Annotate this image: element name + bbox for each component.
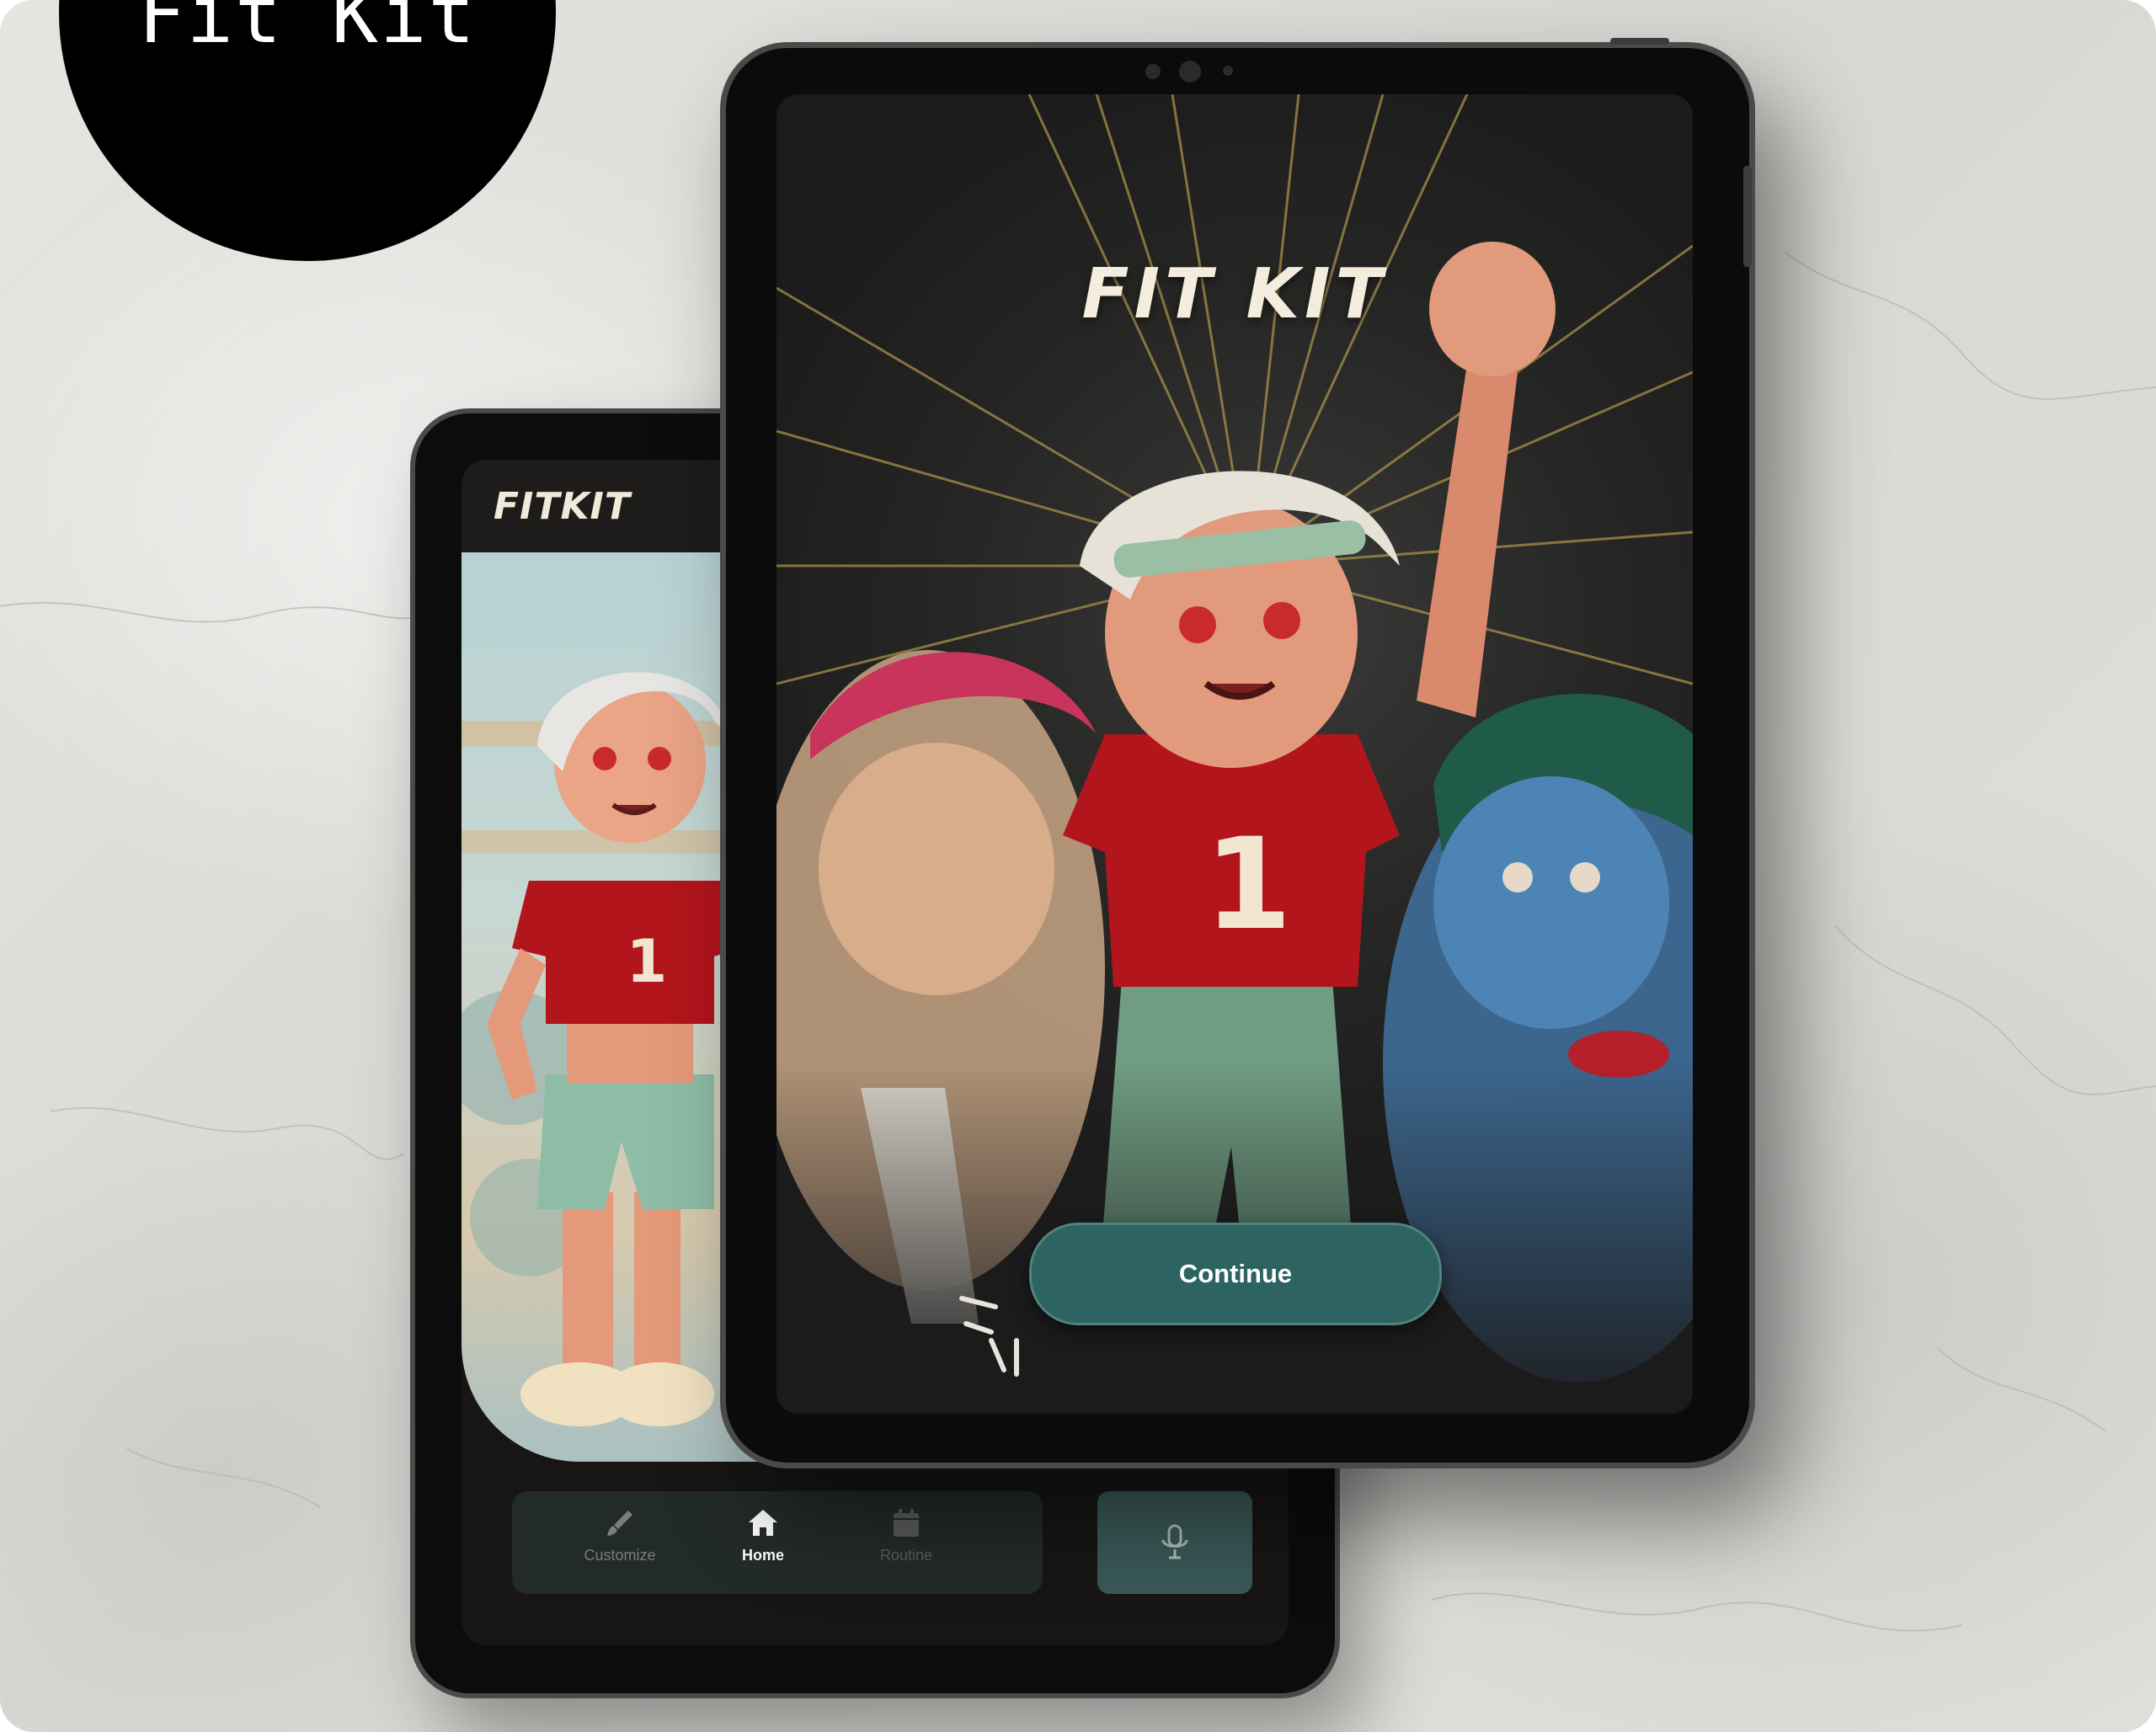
bottom-nav: Customize Home Routine (512, 1491, 1043, 1594)
brush-icon (607, 1511, 632, 1536)
showcase-background: Fit Kit FITKIT 1 Customize Home Routine … (0, 0, 2156, 1732)
sensor-dot (1223, 66, 1233, 76)
brand-badge-text: Fit Kit (138, 0, 477, 61)
nav-home-label: Home (741, 1547, 784, 1564)
home-icon (749, 1510, 777, 1536)
nav-customize[interactable]: Customize (561, 1506, 679, 1564)
app-logo: FITKIT (494, 485, 631, 528)
nav-home[interactable]: Home (704, 1506, 822, 1564)
front-tablet: 1 FIT KIT Continue (720, 38, 1755, 1468)
top-button (1610, 38, 1669, 45)
side-button (1743, 166, 1752, 267)
camera-dot (1145, 64, 1161, 79)
app-title: FIT KIT (1081, 254, 1388, 334)
calendar-icon (894, 1509, 919, 1537)
splash-screen: 1 FIT KIT Continue (776, 94, 1693, 1414)
brand-badge: Fit Kit (59, 0, 556, 261)
continue-button[interactable]: Continue (1029, 1223, 1442, 1325)
shirt-number: 1 (627, 927, 668, 996)
nav-routine-label: Routine (879, 1547, 933, 1564)
shirt-number-large: 1 (1204, 812, 1292, 958)
nav-routine[interactable]: Routine (847, 1506, 965, 1564)
microphone-icon (1161, 1524, 1188, 1559)
nav-customize-label: Customize (584, 1547, 656, 1564)
microphone-button[interactable] (1097, 1491, 1252, 1594)
front-camera (1179, 61, 1201, 83)
